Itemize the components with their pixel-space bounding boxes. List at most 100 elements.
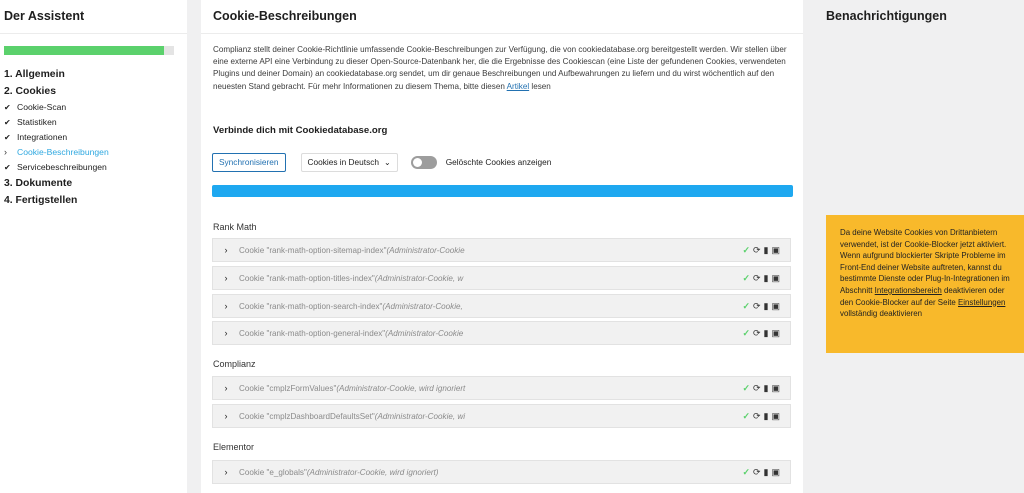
cookie-note: (Administrator-Cookie, wird ignoriert: [336, 383, 466, 393]
chevron-right-icon: ›: [224, 301, 228, 311]
chevron-right-icon: ›: [224, 328, 228, 338]
row-icons: ✓ ⟳ ▮ ▣: [742, 467, 780, 478]
step-dokumente[interactable]: 3. Dokumente: [4, 175, 184, 192]
sync-icon[interactable]: ⟳: [753, 411, 761, 422]
article-link[interactable]: Artikel: [507, 82, 530, 91]
integrations-link[interactable]: Integrationsbereich: [875, 286, 942, 295]
language-select[interactable]: Cookies in Deutsch ⌄: [300, 152, 398, 172]
calendar-icon[interactable]: ▣: [771, 301, 780, 312]
check-icon: ✔: [4, 103, 11, 112]
group-heading: Complianz: [213, 359, 256, 369]
substep-integrationen[interactable]: ✔ Integrationen: [4, 130, 184, 145]
cookie-name: Cookie "rank-math-option-sitemap-index": [239, 245, 387, 255]
sync-icon[interactable]: ⟳: [753, 245, 761, 256]
cookie-note: (Administrator-Cookie, w: [374, 273, 464, 283]
check-icon: ✓: [742, 383, 750, 393]
row-icons: ✓ ⟳ ▮ ▣: [742, 383, 780, 394]
check-icon: ✓: [742, 411, 750, 421]
file-icon[interactable]: ▮: [764, 383, 769, 394]
cookie-name: Cookie "rank-math-option-general-index": [239, 328, 386, 338]
file-icon[interactable]: ▮: [764, 328, 769, 339]
substep-label: Integrationen: [17, 132, 68, 142]
check-icon: ✔: [4, 163, 11, 172]
sync-button[interactable]: Synchronisieren: [212, 152, 286, 172]
file-icon[interactable]: ▮: [764, 411, 769, 422]
substep-label: Cookie-Scan: [17, 102, 67, 112]
substep-label: Cookie-Beschreibungen: [17, 147, 109, 157]
chevron-right-icon: ›: [224, 467, 228, 477]
cookie-note: (Administrator-Cookie, wird ignoriert): [306, 467, 439, 477]
file-icon[interactable]: ▮: [764, 245, 769, 256]
row-icons: ✓ ⟳ ▮ ▣: [742, 411, 780, 422]
check-icon: ✓: [742, 245, 750, 255]
substep-servicebeschreibungen[interactable]: ✔ Servicebeschreibungen: [4, 160, 184, 175]
sync-progress-bar: [212, 185, 793, 197]
sync-icon[interactable]: ⟳: [753, 467, 761, 478]
step-fertigstellen[interactable]: 4. Fertigstellen: [4, 192, 184, 209]
cookie-row[interactable]: › Cookie "rank-math-option-general-index"…: [212, 321, 791, 345]
cookie-name: Cookie "rank-math-option-search-index": [239, 301, 383, 311]
substep-label: Statistiken: [17, 117, 57, 127]
main-panel: Cookie-Beschreibungen Complianz stellt d…: [201, 0, 803, 493]
file-icon[interactable]: ▮: [764, 301, 769, 312]
wizard-progress-bar: [4, 46, 174, 55]
check-icon: ✓: [742, 328, 750, 338]
cookie-text: Cookie "cmplzDashboardDefaultsSet"(Admin…: [239, 412, 519, 421]
step-cookies[interactable]: 2. Cookies: [4, 83, 184, 100]
cookie-text: Cookie "rank-math-option-sitemap-index"(…: [239, 246, 519, 255]
substep-cookie-beschreibungen[interactable]: › Cookie-Beschreibungen: [4, 145, 184, 160]
calendar-icon[interactable]: ▣: [771, 328, 780, 339]
cookie-note: (Administrator-Cookie, wi: [374, 411, 466, 421]
sync-icon[interactable]: ⟳: [753, 383, 761, 394]
cookie-name: Cookie "rank-math-option-titles-index": [239, 273, 375, 283]
cookie-note: (Administrator-Cookie: [385, 328, 464, 338]
chevron-right-icon: ›: [224, 273, 228, 283]
cookie-note: (Administrator-Cookie,: [382, 301, 463, 311]
calendar-icon[interactable]: ▣: [771, 273, 780, 284]
page-title: Cookie-Beschreibungen: [201, 0, 803, 34]
intro-body: Complianz stellt deiner Cookie-Richtlini…: [213, 45, 787, 91]
file-icon[interactable]: ▮: [764, 467, 769, 478]
row-icons: ✓ ⟳ ▮ ▣: [742, 273, 780, 284]
check-icon: ✓: [742, 273, 750, 283]
cookie-text: Cookie "rank-math-option-titles-index"(A…: [239, 274, 519, 283]
substep-statistiken[interactable]: ✔ Statistiken: [4, 115, 184, 130]
section-subtitle: Verbinde dich mit Cookiedatabase.org: [213, 125, 388, 136]
sync-icon[interactable]: ⟳: [753, 328, 761, 339]
calendar-icon[interactable]: ▣: [771, 411, 780, 422]
cookie-row[interactable]: › Cookie "rank-math-option-sitemap-index"…: [212, 238, 791, 262]
cookie-text: Cookie "rank-math-option-general-index"(…: [239, 329, 519, 338]
step-allgemein[interactable]: 1. Allgemein: [4, 66, 184, 83]
settings-link[interactable]: Einstellungen: [958, 298, 1005, 307]
calendar-icon[interactable]: ▣: [771, 383, 780, 394]
intro-end: lesen: [529, 81, 551, 91]
sync-icon[interactable]: ⟳: [753, 273, 761, 284]
wizard-sidebar: Der Assistent 1. Allgemein 2. Cookies ✔ C…: [0, 0, 187, 493]
cookie-row[interactable]: › Cookie "rank-math-option-titles-index"(…: [212, 266, 791, 290]
cookie-text: Cookie "e_globals"(Administrator-Cookie,…: [239, 468, 519, 477]
cookie-row[interactable]: › Cookie "cmplzFormValues"(Administrator-…: [212, 376, 791, 400]
substep-cookie-scan[interactable]: ✔ Cookie-Scan: [4, 100, 184, 115]
cookie-row[interactable]: › Cookie "cmplzDashboardDefaultsSet"(Admi…: [212, 404, 791, 428]
cookie-text: Cookie "rank-math-option-search-index"(A…: [239, 302, 519, 311]
progress-fill: [4, 46, 164, 55]
check-icon: ✔: [4, 133, 11, 142]
cookie-row[interactable]: › Cookie "rank-math-option-search-index"(…: [212, 294, 791, 318]
cookie-note: (Administrator-Cookie: [386, 245, 465, 255]
cookie-row[interactable]: › Cookie "e_globals"(Administrator-Cookie…: [212, 460, 791, 484]
toggle-label: Gelöschte Cookies anzeigen: [445, 157, 552, 167]
file-icon[interactable]: ▮: [764, 273, 769, 284]
row-icons: ✓ ⟳ ▮ ▣: [742, 328, 780, 339]
chevron-right-icon: ›: [4, 147, 7, 157]
notifications-title: Benachrichtigungen: [826, 9, 947, 23]
check-icon: ✔: [4, 118, 11, 127]
calendar-icon[interactable]: ▣: [771, 245, 780, 256]
row-icons: ✓ ⟳ ▮ ▣: [742, 301, 780, 312]
language-value: Cookies in Deutsch: [307, 157, 379, 167]
calendar-icon[interactable]: ▣: [771, 467, 780, 478]
row-icons: ✓ ⟳ ▮ ▣: [742, 245, 780, 256]
show-deleted-toggle[interactable]: [410, 155, 437, 169]
notice-text-c: vollständig deaktivieren: [840, 309, 923, 319]
sync-icon[interactable]: ⟳: [753, 301, 761, 312]
cookie-blocker-notice: Da deine Website Cookies von Drittanbiet…: [826, 215, 1024, 353]
